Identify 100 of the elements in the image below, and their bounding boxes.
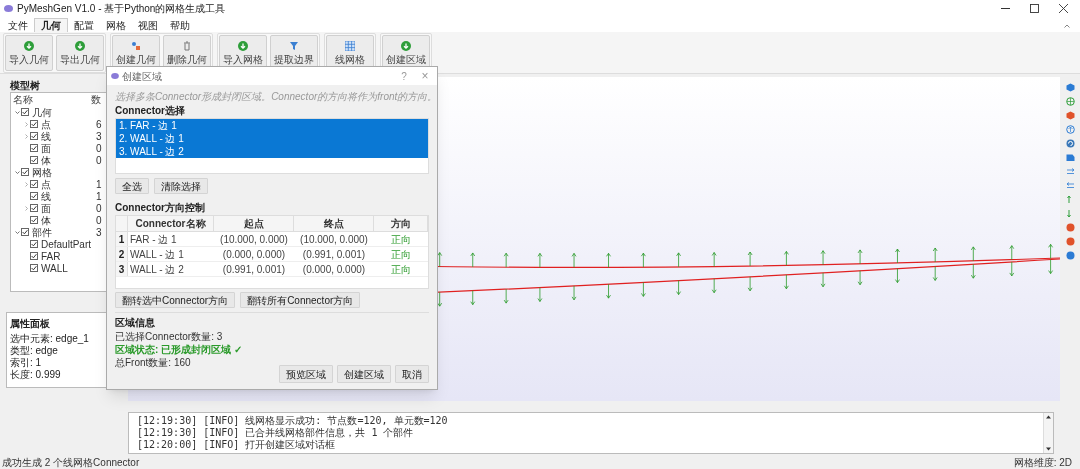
section-title: Connector选择 [115, 104, 185, 118]
filter-icon [289, 40, 299, 51]
status-message: 成功生成 2 个线网格Connector [2, 456, 140, 469]
menu-tab[interactable]: 帮助 [164, 18, 196, 32]
expand-chevron-icon[interactable] [14, 229, 20, 235]
status-dimension: 网格维度: 2D [1013, 456, 1072, 469]
trash-icon [182, 40, 192, 51]
app-icon [111, 73, 119, 79]
property-text: 索引: 1 [10, 357, 42, 369]
log-line: [12:19:30] [INFO] 已合并线网格部件信息，共 1 个部件 [137, 427, 414, 439]
dialog-button[interactable]: 清除选择 [154, 178, 208, 194]
download-icon [238, 40, 248, 51]
column-header: 名称 [13, 93, 34, 107]
scroll-up-icon[interactable] [1044, 413, 1053, 421]
table-cell-text: (0.991, 0.001) [302, 247, 366, 262]
arrows-left-icon[interactable] [1065, 181, 1075, 190]
checkbox[interactable] [30, 120, 38, 128]
tree-item-count: 1 [96, 189, 102, 204]
table-cell-text: (0.000, 0.000) [302, 262, 366, 277]
column-header: 终点 [323, 217, 344, 231]
dialog-title: 创建区域 [122, 69, 162, 84]
property-text: 类型: edge [10, 345, 58, 357]
row-header: 1 [118, 232, 125, 247]
close-icon[interactable] [1059, 4, 1068, 13]
property-text: 长度: 0.999 [10, 369, 61, 381]
checkbox[interactable] [21, 228, 29, 236]
checkbox[interactable] [30, 216, 38, 224]
dialog-button[interactable]: 创建区域 [337, 365, 391, 383]
checkbox[interactable] [21, 108, 29, 116]
table-cell-text: WALL - 边 2 [130, 262, 184, 277]
dialog-button[interactable]: 翻转所有Connector方向 [240, 292, 361, 308]
dialog-button[interactable]: 预览区域 [279, 365, 333, 383]
table-cell-text: (0.991, 0.001) [222, 262, 286, 277]
arrow-circle-icon[interactable] [1065, 125, 1075, 134]
scroll-down-icon[interactable] [1044, 445, 1053, 453]
connector-list-item[interactable]: 3. WALL - 边 2 [116, 145, 428, 158]
shapes-icon [131, 40, 141, 51]
table-cell-text: 正向 [391, 247, 411, 262]
tree-item-count: 3 [96, 129, 102, 144]
maximize-icon[interactable] [1030, 4, 1039, 13]
menu-tab[interactable]: 网格 [100, 18, 132, 32]
panel-title: 模型树 [10, 79, 40, 92]
table-cell-text: WALL - 边 1 [130, 247, 184, 262]
checkbox[interactable] [30, 144, 38, 152]
column-header: 起点 [243, 217, 264, 231]
arrows-right-icon[interactable] [1065, 167, 1075, 176]
table-cell-text: (10.000, 0.000) [300, 232, 368, 247]
table-cell-text: 正向 [391, 262, 411, 277]
expand-chevron-icon[interactable] [14, 169, 20, 175]
menu-tab[interactable]: 视图 [132, 18, 164, 32]
property-text: 选中元素: edge_1 [10, 333, 89, 345]
row-header: 2 [118, 247, 125, 262]
window-title: PyMeshGen V1.0 - 基于Python的网格生成工具 [17, 2, 226, 16]
checkbox[interactable] [30, 156, 38, 164]
checkbox[interactable] [30, 132, 38, 140]
checkbox[interactable] [30, 264, 38, 272]
dialog-button[interactable]: 取消 [395, 365, 429, 383]
table-cell-text: FAR - 边 1 [130, 232, 177, 247]
cube-icon[interactable] [1065, 111, 1075, 120]
info-text: 已选择Connector数量: 3 [115, 330, 223, 343]
menu-tab[interactable]: 配置 [68, 18, 100, 32]
connector-list-item[interactable]: 2. WALL - 边 1 [116, 132, 428, 145]
collapse-icon[interactable] [1064, 24, 1070, 28]
menu-tab[interactable]: 几何 [34, 18, 68, 32]
tree-item-count: 0 [96, 153, 102, 168]
checkbox[interactable] [30, 180, 38, 188]
checkbox[interactable] [30, 240, 38, 248]
crosshair-icon[interactable] [1065, 97, 1075, 106]
info-text: 总Front数量: 160 [115, 356, 191, 369]
folder-icon[interactable] [1065, 153, 1075, 162]
scrollbar[interactable] [1043, 413, 1053, 453]
table-cell-text: (10.000, 0.000) [220, 232, 288, 247]
tree-item-count: 3 [96, 225, 102, 240]
toolbar-button[interactable]: 导出几何 [56, 34, 104, 71]
column-header: 数 [91, 93, 101, 107]
rotate-icon[interactable] [1065, 139, 1075, 148]
download-icon [75, 40, 85, 51]
checkbox[interactable] [30, 204, 38, 212]
row-header: 3 [118, 262, 125, 277]
connector-list-item[interactable]: 1. FAR - 边 1 [116, 119, 428, 132]
toolbar-button[interactable]: 导入几何 [5, 34, 53, 71]
download-icon [24, 40, 34, 51]
download-icon [401, 40, 411, 51]
tree-item-count: 6 [96, 117, 102, 132]
dialog-button[interactable]: 全选 [115, 178, 149, 194]
cube-icon[interactable] [1065, 83, 1075, 92]
table-cell-text: 正向 [391, 232, 411, 247]
log-line: [12:20:00] [INFO] 打开创建区域对话框 [137, 439, 336, 451]
expand-chevron-icon[interactable] [14, 109, 20, 115]
checkbox[interactable] [30, 192, 38, 200]
dialog-button[interactable]: 翻转选中Connector方向 [115, 292, 236, 308]
checkbox[interactable] [21, 168, 29, 176]
checkbox[interactable] [30, 252, 38, 260]
log-line: [12:19:30] [INFO] 线网格显示成功: 节点数=120, 单元数=120 [137, 415, 448, 427]
menu-tab[interactable]: 文件 [2, 18, 34, 32]
section-title: 区域信息 [115, 316, 155, 329]
section-title: Connector方向控制 [115, 201, 205, 215]
description: 选择多条Connector形成封闭区域。Connector的方向将作为front的方向。 [115, 90, 438, 103]
column-header: 方向 [390, 217, 411, 231]
tree-item-count: 0 [96, 141, 102, 156]
